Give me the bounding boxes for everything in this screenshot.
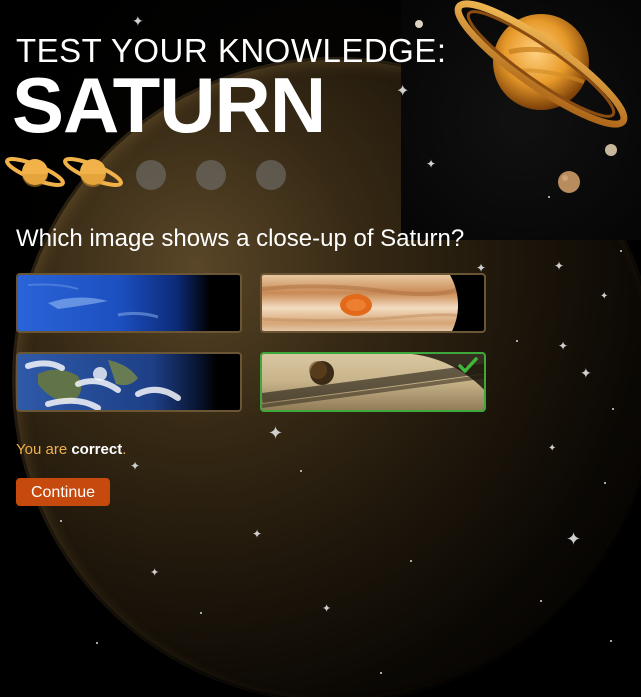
progress-dot-pending [196,160,226,190]
progress-saturn-icon [4,152,66,192]
checkmark-icon [458,357,478,378]
quiz-progress [4,152,294,192]
saturn-closeup-image [262,354,484,410]
star-icon: ✦ [132,13,144,29]
progress-saturn-icon [62,152,124,192]
answer-option-jupiter[interactable] [260,273,486,333]
answer-option-earth[interactable] [16,352,242,412]
quiz-title-big: SATURN [12,61,326,149]
progress-dot-pending [136,160,166,190]
answer-option-saturn[interactable] [260,352,486,412]
feedback-message: You are correct. [16,441,127,458]
quiz-stage: ✦ ✦ ✦ ✦ ✦ ✦ ✦ ✦ ✦ ✦ ✦ ✦ ✦ ✦ ✦ TEST YOUR … [0,0,641,697]
earth-image [18,354,240,410]
neptune-image [18,275,240,331]
feedback-result: correct [71,441,123,458]
question-text: Which image shows a close-up of Saturn? [16,225,465,252]
jupiter-image [262,275,484,331]
continue-button[interactable]: Continue [16,478,110,506]
answer-option-neptune[interactable] [16,273,242,333]
progress-dot-pending [256,160,286,190]
